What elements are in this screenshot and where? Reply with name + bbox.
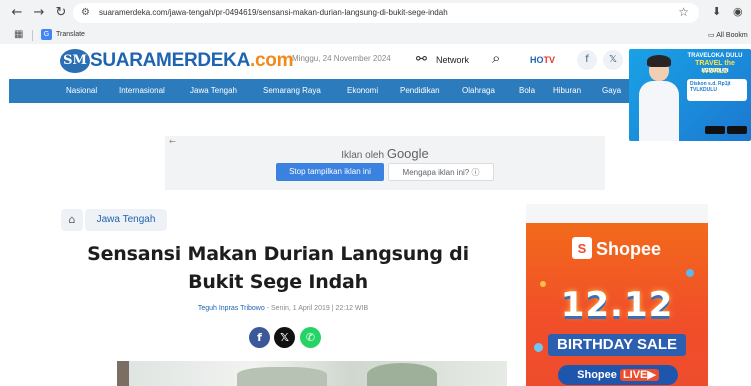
nav-item-hiburan[interactable]: Hiburan [553, 79, 581, 103]
browser-chrome: ← → ↻ ⚙ suaramerdeka.com/jawa-tengah/pr-… [0, 0, 751, 44]
web-page: SM SUARAMERDEKA.com Minggu, 24 November … [0, 44, 751, 386]
shopee-promo-label: BIRTHDAY SALE [548, 334, 686, 356]
translate-icon[interactable]: G [41, 29, 52, 40]
star-icon[interactable]: ☆ [678, 5, 689, 19]
profile-icon[interactable]: ◉ [733, 5, 743, 18]
article-photo [117, 361, 507, 386]
facebook-icon[interactable]: f [577, 50, 597, 70]
shopee-banner: S Shopee 12.12 BIRTHDAY SALE Shopee LIVE… [526, 223, 708, 386]
ad-back-icon[interactable]: ← [169, 137, 176, 146]
hotv-a: HO [530, 55, 544, 65]
address-bar[interactable]: ⚙ suaramerdeka.com/jawa-tengah/pr-049461… [73, 3, 699, 23]
google-brand: Google [386, 146, 429, 161]
bookmarks-divider [32, 30, 33, 41]
shopee-live-text: Shopee [577, 369, 617, 381]
share-whatsapp-icon[interactable]: ✆ [300, 327, 321, 348]
folder-icon: ▭ [708, 31, 715, 39]
stop-ad-button[interactable]: Stop tampilkan iklan ini [276, 163, 384, 181]
ad-by-text: Iklan oleh [341, 150, 385, 161]
back-icon[interactable]: ← [9, 5, 25, 21]
play-store-badge [727, 126, 747, 134]
hotv-b: TV [543, 55, 556, 65]
download-icon[interactable]: ⬇ [712, 5, 721, 18]
nav-item-nasional[interactable]: Nasional [66, 79, 97, 103]
logo-mark: SM [60, 49, 90, 73]
nav-item-bola[interactable]: Bola [519, 79, 535, 103]
ad-promo-card: Diskon s.d. Rp1jt TVLKDULU [687, 79, 747, 101]
nav-item-gaya[interactable]: Gaya [602, 79, 621, 103]
share-x-icon[interactable]: 𝕏 [274, 327, 295, 348]
bookmarks-bar: ▦ G Translate ▭ All Bookm [0, 26, 751, 44]
header-date: Minggu, 24 November 2024 [292, 54, 391, 63]
ad-line-1: TRAVELOKA DULU [687, 53, 743, 59]
why-ad-button[interactable]: Mengapa iklan ini? ⓘ [388, 163, 494, 181]
home-icon[interactable]: ⌂ [61, 209, 83, 231]
app-store-badges [705, 126, 747, 134]
breadcrumb-category[interactable]: Jawa Tengah [85, 209, 167, 231]
network-label: Network [436, 55, 470, 65]
site-info-icon[interactable]: ⚙ [81, 7, 93, 19]
article-author[interactable]: Teguh Inpras Tribowo [198, 305, 265, 312]
google-ad-block: ← Iklan oleh Google Stop tampilkan iklan… [165, 136, 605, 190]
all-bookmarks[interactable]: ▭ All Bookm [708, 29, 748, 42]
traveloka-ad[interactable]: TRAVELOKA DULU TRAVEL the WORLD KEMUDIAN… [629, 49, 751, 141]
search-icon[interactable]: ⌕ [492, 49, 500, 67]
nav-item-internasional[interactable]: Internasional [119, 79, 165, 103]
nav-item-ekonomi[interactable]: Ekonomi [347, 79, 378, 103]
nav-item-olahraga[interactable]: Olahraga [462, 79, 495, 103]
ad-line-3: KEMUDIAN [701, 68, 729, 74]
shopee-live-button[interactable]: Shopee LIVE▶ [558, 365, 678, 385]
shopee-live-badge: LIVE▶ [619, 369, 659, 381]
apps-icon[interactable]: ▦ [14, 29, 23, 40]
logo-main: SUARAMERDEKA [90, 50, 251, 71]
all-bookmarks-label: All Bookm [716, 32, 748, 39]
article-date: - Senin, 1 April 2019 | 22:12 WIB [264, 305, 369, 312]
x-icon[interactable]: 𝕏 [603, 50, 623, 70]
ad-person-image [637, 55, 681, 141]
shopee-promo-number: 12.12 [560, 285, 674, 325]
url-text: suaramerdeka.com/jawa-tengah/pr-0494619/… [99, 8, 448, 17]
bookmark-translate[interactable]: Translate [56, 29, 85, 41]
nav-item-pendidikan[interactable]: Pendidikan [400, 79, 440, 103]
nav-item-semarang-raya[interactable]: Semarang Raya [263, 79, 321, 103]
ad-by-label: Iklan oleh Google [165, 146, 605, 161]
shopee-ad[interactable]: S Shopee 12.12 BIRTHDAY SALE Shopee LIVE… [526, 204, 708, 386]
logo-wordmark: SUARAMERDEKA.com [90, 50, 293, 72]
logo-suffix: .com [250, 50, 294, 71]
forward-icon[interactable]: → [31, 5, 47, 21]
article-byline: Teguh Inpras Tribowo - Senin, 1 April 20… [60, 305, 506, 312]
shopee-brand: Shopee [596, 239, 662, 259]
network-icon: ⚯ [416, 52, 427, 67]
article-title: Sensansi Makan Durian Langsung di Bukit … [87, 243, 469, 293]
reload-icon[interactable]: ↻ [53, 5, 69, 21]
share-facebook-icon[interactable]: f [249, 327, 270, 348]
ad-promo-text: Diskon s.d. Rp1jt TVLKDULU [690, 81, 731, 93]
nav-item-jawa-tengah[interactable]: Jawa Tengah [190, 79, 237, 103]
shopee-bag-icon: S [572, 237, 592, 259]
hotv-logo[interactable]: HOTV [530, 52, 558, 68]
breadcrumb-label: Jawa Tengah [96, 214, 156, 225]
app-store-badge [705, 126, 725, 134]
